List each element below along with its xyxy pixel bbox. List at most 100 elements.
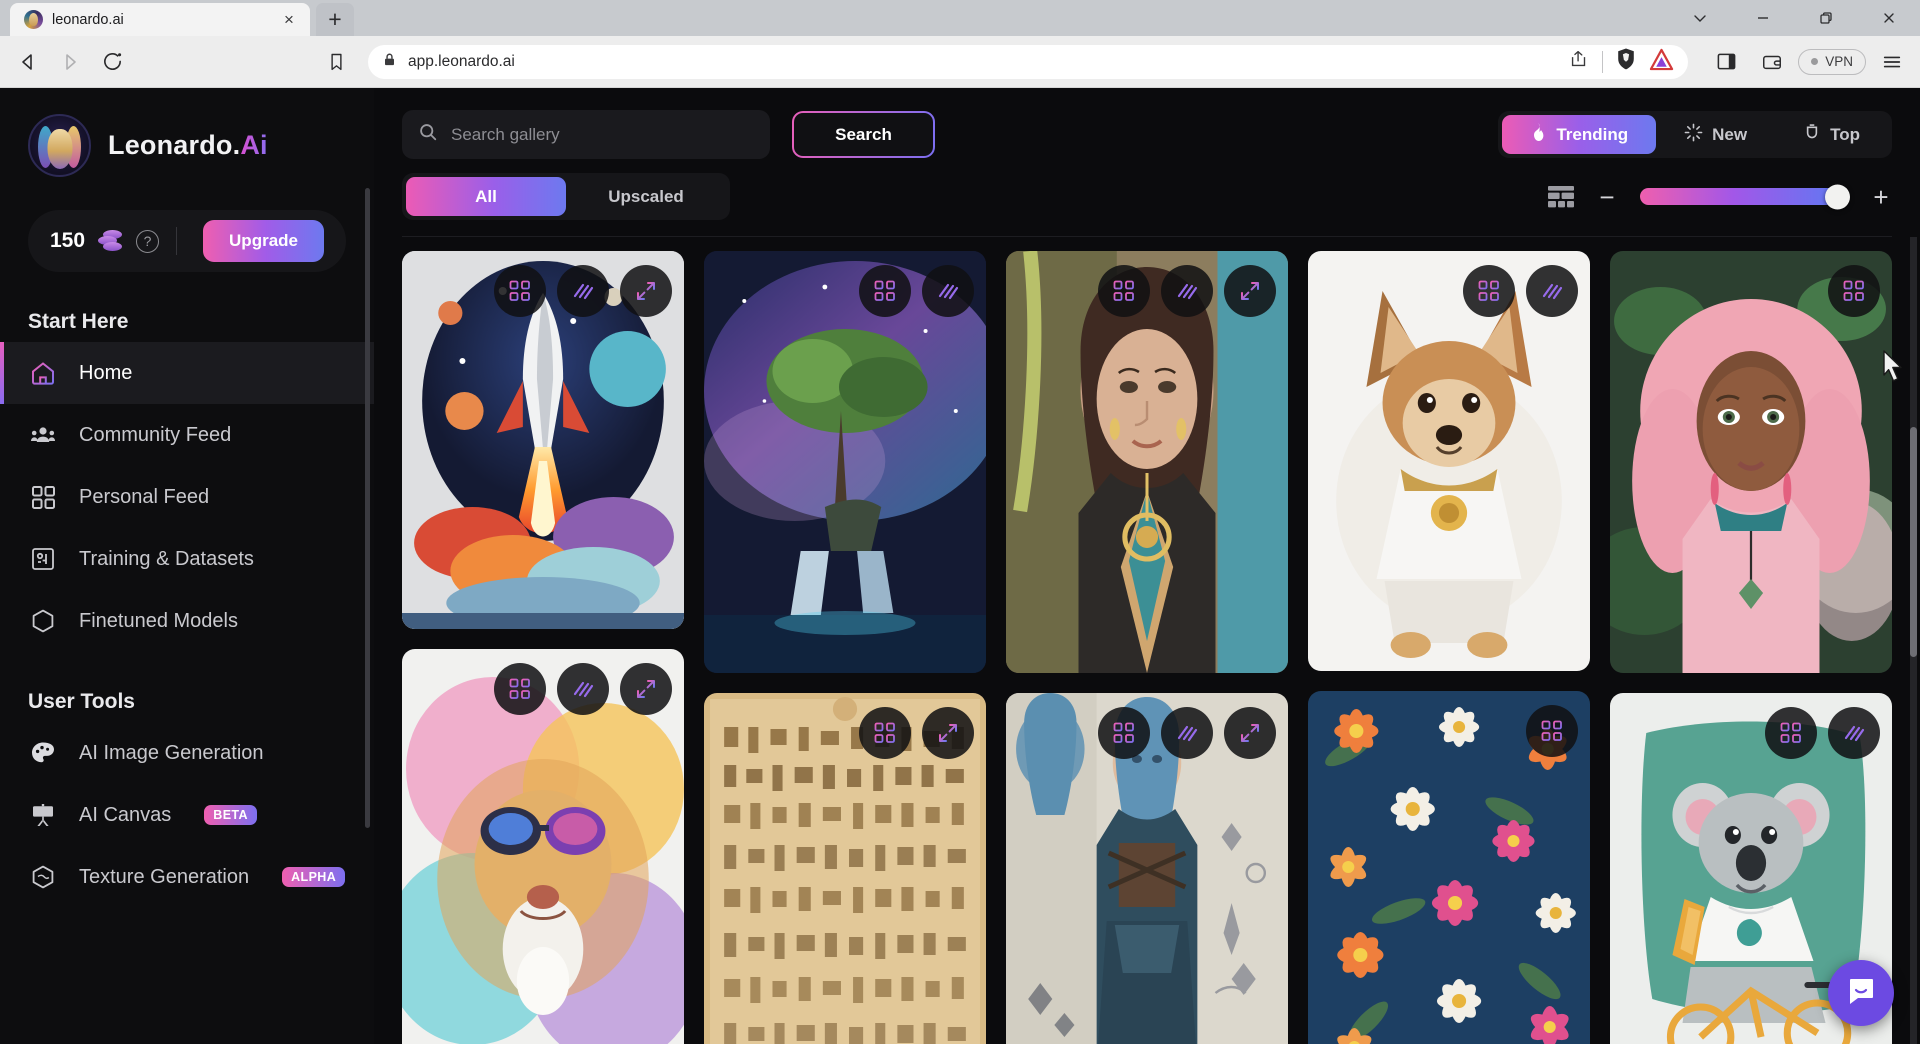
forward-icon[interactable] — [50, 42, 90, 82]
grid-layout-icon[interactable] — [1548, 185, 1574, 208]
upgrade-button[interactable]: Upgrade — [203, 220, 324, 262]
filter-tab-all[interactable]: All — [406, 177, 566, 216]
zoom-out-button[interactable]: − — [1596, 184, 1618, 210]
sidebar-item-personal-feed[interactable]: Personal Feed — [0, 466, 374, 528]
sort-tab-top[interactable]: Top — [1775, 115, 1888, 154]
leonardo-logo-icon — [28, 114, 91, 177]
texture-cube-icon — [28, 862, 58, 892]
sort-tab-label: Trending — [1556, 124, 1629, 144]
wallet-icon[interactable] — [1752, 42, 1792, 82]
sidebar-scrollbar[interactable] — [365, 188, 370, 828]
filter-tab-upscaled[interactable]: Upscaled — [566, 177, 726, 216]
alchemy-lines-icon[interactable] — [557, 663, 609, 715]
sidebar-item-finetuned-models[interactable]: Finetuned Models — [0, 590, 374, 652]
search-icon — [418, 122, 438, 147]
gallery-card-floral-pattern[interactable] — [1308, 691, 1590, 1044]
browser-tab[interactable]: leonardo.ai × — [10, 3, 310, 36]
card-actions — [1526, 705, 1578, 757]
omnibox-divider — [1602, 50, 1604, 73]
brand-name: Leonardo.Ai — [108, 130, 268, 160]
remix-icon[interactable] — [859, 707, 911, 759]
remix-icon[interactable] — [1828, 265, 1880, 317]
intercom-chat-button[interactable] — [1828, 960, 1894, 1026]
sidebar-item-label: AI Canvas — [79, 803, 172, 826]
tab-title: leonardo.ai — [52, 11, 124, 28]
remix-icon[interactable] — [1098, 707, 1150, 759]
card-actions — [859, 707, 974, 759]
close-icon[interactable] — [1857, 0, 1920, 36]
alchemy-lines-icon[interactable] — [1828, 707, 1880, 759]
expand-fullscreen-icon[interactable] — [1224, 707, 1276, 759]
filter-tabs: All Upscaled — [402, 173, 730, 220]
zoom-in-button[interactable]: + — [1870, 184, 1892, 210]
sidebar-item-ai-canvas[interactable]: AI Canvas BETA — [0, 784, 374, 846]
vpn-toggle[interactable]: VPN — [1798, 48, 1866, 75]
sidebar-section-label-start-here: Start Here — [28, 310, 129, 333]
remix-icon[interactable] — [1463, 265, 1515, 317]
sort-tab-label: Top — [1830, 124, 1860, 144]
sidebar-item-home[interactable]: Home — [0, 342, 374, 404]
gallery-card-portrait-woman-beach[interactable] — [1006, 251, 1288, 673]
search-input[interactable] — [451, 124, 754, 145]
gallery-card-space-shuttle-launch[interactable] — [402, 251, 684, 629]
brave-rewards-icon[interactable] — [1649, 48, 1674, 76]
alchemy-lines-icon[interactable] — [922, 265, 974, 317]
expand-fullscreen-icon[interactable] — [620, 265, 672, 317]
gallery-card-blue-haired-warrior[interactable] — [1006, 693, 1288, 1044]
search-button[interactable]: Search — [792, 111, 935, 158]
sort-tab-trending[interactable]: Trending — [1502, 115, 1657, 154]
hamburger-menu-icon[interactable] — [1872, 42, 1912, 82]
gallery-card-hieroglyphics-papyrus[interactable] — [704, 693, 986, 1044]
share-icon[interactable] — [1568, 48, 1590, 75]
remix-icon[interactable] — [494, 663, 546, 715]
reload-icon[interactable] — [92, 42, 132, 82]
tab-search-chevron-icon[interactable] — [1668, 0, 1731, 36]
home-icon — [28, 358, 58, 388]
gallery-card-cosmic-tree-waterfall[interactable] — [704, 251, 986, 673]
alchemy-lines-icon[interactable] — [1161, 265, 1213, 317]
remix-icon[interactable] — [859, 265, 911, 317]
gallery-card-lion-sunglasses[interactable] — [402, 649, 684, 1044]
sort-tab-new[interactable]: New — [1656, 115, 1775, 154]
gallery-card-pink-hair-fairy[interactable] — [1610, 251, 1892, 673]
sidebar-item-ai-image-generation[interactable]: AI Image Generation — [0, 722, 374, 784]
alchemy-lines-icon[interactable] — [1526, 265, 1578, 317]
sidebar-item-label: Community Feed — [79, 423, 232, 446]
zoom-controls: − + — [1548, 184, 1892, 210]
sidebar-item-training-datasets[interactable]: Training & Datasets — [0, 528, 374, 590]
zoom-slider[interactable] — [1640, 184, 1850, 209]
easel-icon — [28, 800, 58, 830]
minimize-icon[interactable] — [1731, 0, 1794, 36]
gallery-card-chihuahua-dog[interactable] — [1308, 251, 1590, 671]
sidebar: Leonardo.Ai 150 ? Upgrade Start Here Hom… — [0, 88, 374, 1044]
help-circle-icon[interactable]: ? — [136, 229, 160, 253]
sidebar-item-community-feed[interactable]: Community Feed — [0, 404, 374, 466]
gallery-scrollbar-thumb[interactable] — [1910, 427, 1917, 657]
brave-shields-icon[interactable] — [1615, 47, 1637, 76]
bookmark-icon[interactable] — [316, 42, 356, 82]
expand-fullscreen-icon[interactable] — [1224, 265, 1276, 317]
sidebar-section-label-user-tools: User Tools — [28, 690, 135, 713]
sidebar-panel-icon[interactable] — [1706, 42, 1746, 82]
cube-icon — [28, 606, 58, 636]
alchemy-lines-icon[interactable] — [557, 265, 609, 317]
sidebar-item-texture-generation[interactable]: Texture Generation ALPHA — [0, 846, 374, 908]
zoom-slider-thumb[interactable] — [1825, 184, 1850, 209]
brand[interactable]: Leonardo.Ai — [0, 114, 374, 177]
close-icon[interactable]: × — [278, 9, 300, 31]
back-icon[interactable] — [8, 42, 48, 82]
address-bar[interactable]: app.leonardo.ai — [368, 44, 1689, 79]
alchemy-lines-icon[interactable] — [1161, 707, 1213, 759]
restore-icon[interactable] — [1794, 0, 1857, 36]
search-gallery-field[interactable] — [402, 110, 770, 159]
new-tab-button[interactable]: + — [316, 3, 354, 36]
expand-fullscreen-icon[interactable] — [922, 707, 974, 759]
remix-icon[interactable] — [1765, 707, 1817, 759]
remix-icon[interactable] — [494, 265, 546, 317]
remix-icon[interactable] — [1098, 265, 1150, 317]
browser-toolbar-actions: VPN — [1700, 42, 1912, 82]
expand-fullscreen-icon[interactable] — [620, 663, 672, 715]
remix-icon[interactable] — [1526, 705, 1578, 757]
browser-window: leonardo.ai × + app.leonardo.ai VPN Leon… — [0, 0, 1920, 1044]
vpn-label: VPN — [1825, 54, 1853, 69]
